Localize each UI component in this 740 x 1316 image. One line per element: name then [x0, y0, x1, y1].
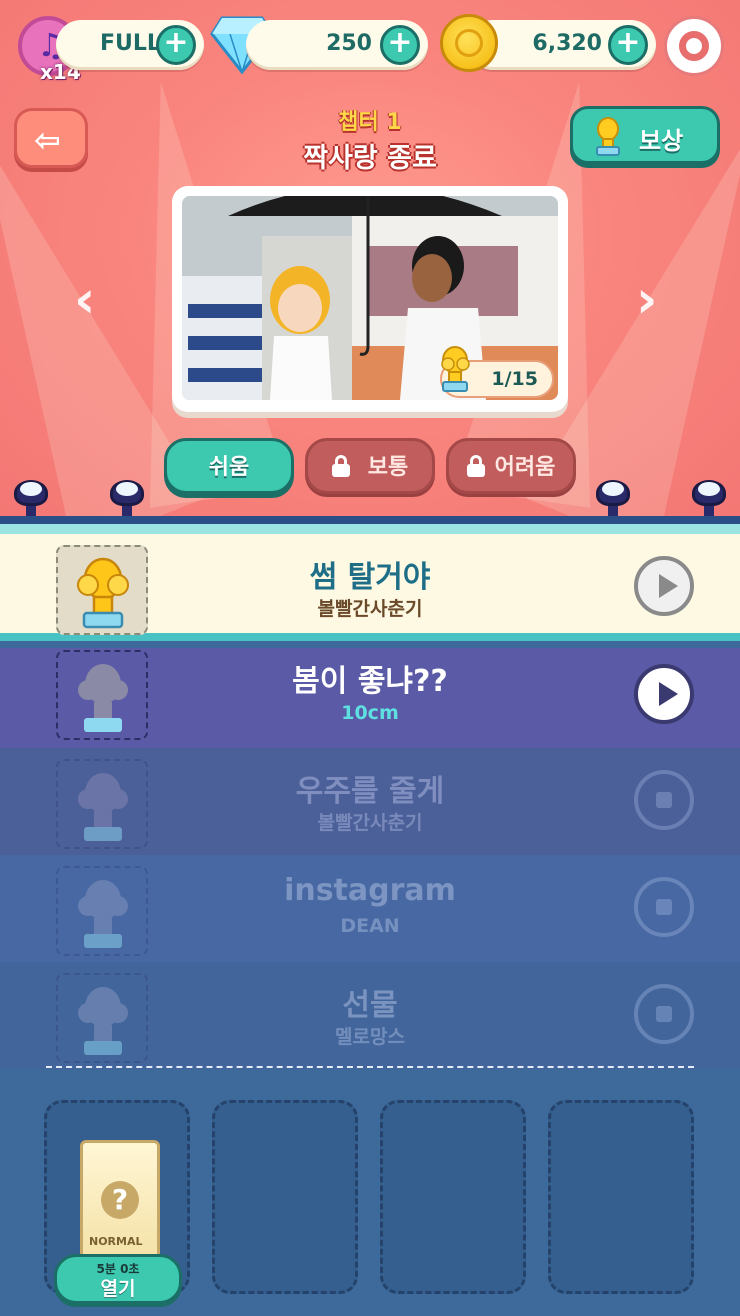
stop-icon [656, 792, 672, 808]
difficulty-normal-label: 보통 [367, 455, 409, 480]
song-title: 우주를 줄게 [295, 774, 445, 809]
stop-icon [656, 1006, 672, 1022]
level-progress-tag: 1/15 [440, 346, 554, 398]
divider [0, 524, 740, 534]
settings-gear-button[interactable] [664, 16, 724, 76]
song-title: instagram [284, 873, 456, 908]
song-artist: 멜로망스 [335, 1026, 405, 1048]
difficulty-hard-button[interactable]: 어려움 [446, 438, 576, 494]
locked-song-button [634, 877, 694, 937]
pack-label: NORMAL [89, 1235, 143, 1248]
add-coins-button[interactable]: + [608, 25, 648, 65]
spotlight-icon [108, 478, 148, 518]
song-title: 선물 [342, 988, 398, 1023]
coin-count: 6,320 [532, 31, 602, 56]
song-row-3: 우주를 줄게 볼빨간사춘기 [0, 748, 740, 855]
add-gems-button[interactable]: + [380, 25, 420, 65]
divider [0, 516, 740, 524]
card-pack[interactable]: ? NORMAL [80, 1140, 160, 1260]
previous-chapter-arrow[interactable]: ‹ [74, 270, 95, 330]
pack-slot-4 [548, 1100, 694, 1294]
next-chapter-arrow[interactable]: › [636, 270, 657, 330]
spotlight-icon [12, 478, 52, 518]
stop-icon [656, 899, 672, 915]
song-row-4: instagram DEAN [0, 855, 740, 962]
play-button[interactable] [634, 664, 694, 724]
difficulty-easy-label: 쉬움 [208, 455, 250, 480]
gem-count: 250 [326, 31, 372, 56]
trophy-icon [441, 346, 470, 392]
open-pack-button[interactable]: 5분 0초 열기 [54, 1254, 182, 1304]
gem-pill: 250 + [246, 20, 428, 70]
song-row-1[interactable]: 썸 탈거야 볼빨간사춘기 [0, 534, 740, 641]
question-mark-icon: ? [101, 1181, 139, 1219]
song-row-2[interactable]: 봄이 좋냐?? 10cm [0, 648, 740, 748]
difficulty-normal-button[interactable]: 보통 [305, 438, 435, 494]
song-artist: 10cm [341, 702, 399, 724]
difficulty-easy-button[interactable]: 쉬움 [164, 438, 294, 494]
song-title: 봄이 좋냐?? [292, 664, 448, 699]
song-row-5: 선물 멜로망스 [0, 962, 740, 1069]
locked-song-button [634, 770, 694, 830]
gear-icon [679, 31, 709, 61]
add-energy-button[interactable]: + [156, 25, 196, 65]
open-label: 열기 [100, 1278, 136, 1300]
energy-pill: FULL + [56, 20, 204, 70]
locked-song-button [634, 984, 694, 1044]
play-button[interactable] [634, 556, 694, 616]
spotlight-icon [690, 478, 730, 518]
trophy-icon [596, 117, 620, 156]
energy-label: FULL [100, 31, 161, 56]
reward-button[interactable]: 보상 [570, 106, 720, 164]
dashed-divider [46, 1066, 694, 1068]
song-artist: 볼빨간사춘기 [317, 598, 423, 620]
play-icon [659, 682, 678, 706]
lock-icon [331, 455, 350, 477]
pack-slot-3 [380, 1100, 526, 1294]
reward-label: 보상 [639, 127, 684, 155]
song-artist: DEAN [340, 915, 400, 937]
difficulty-hard-label: 어려움 [494, 455, 556, 480]
coin-icon [440, 14, 498, 72]
play-icon [659, 574, 678, 598]
level-progress-text: 1/15 [491, 368, 538, 390]
song-title: 썸 탈거야 [309, 560, 431, 595]
song-artist: 볼빨간사춘기 [317, 812, 423, 834]
pack-slot-2 [212, 1100, 358, 1294]
spotlight-icon [594, 478, 634, 518]
lock-icon [466, 455, 485, 477]
